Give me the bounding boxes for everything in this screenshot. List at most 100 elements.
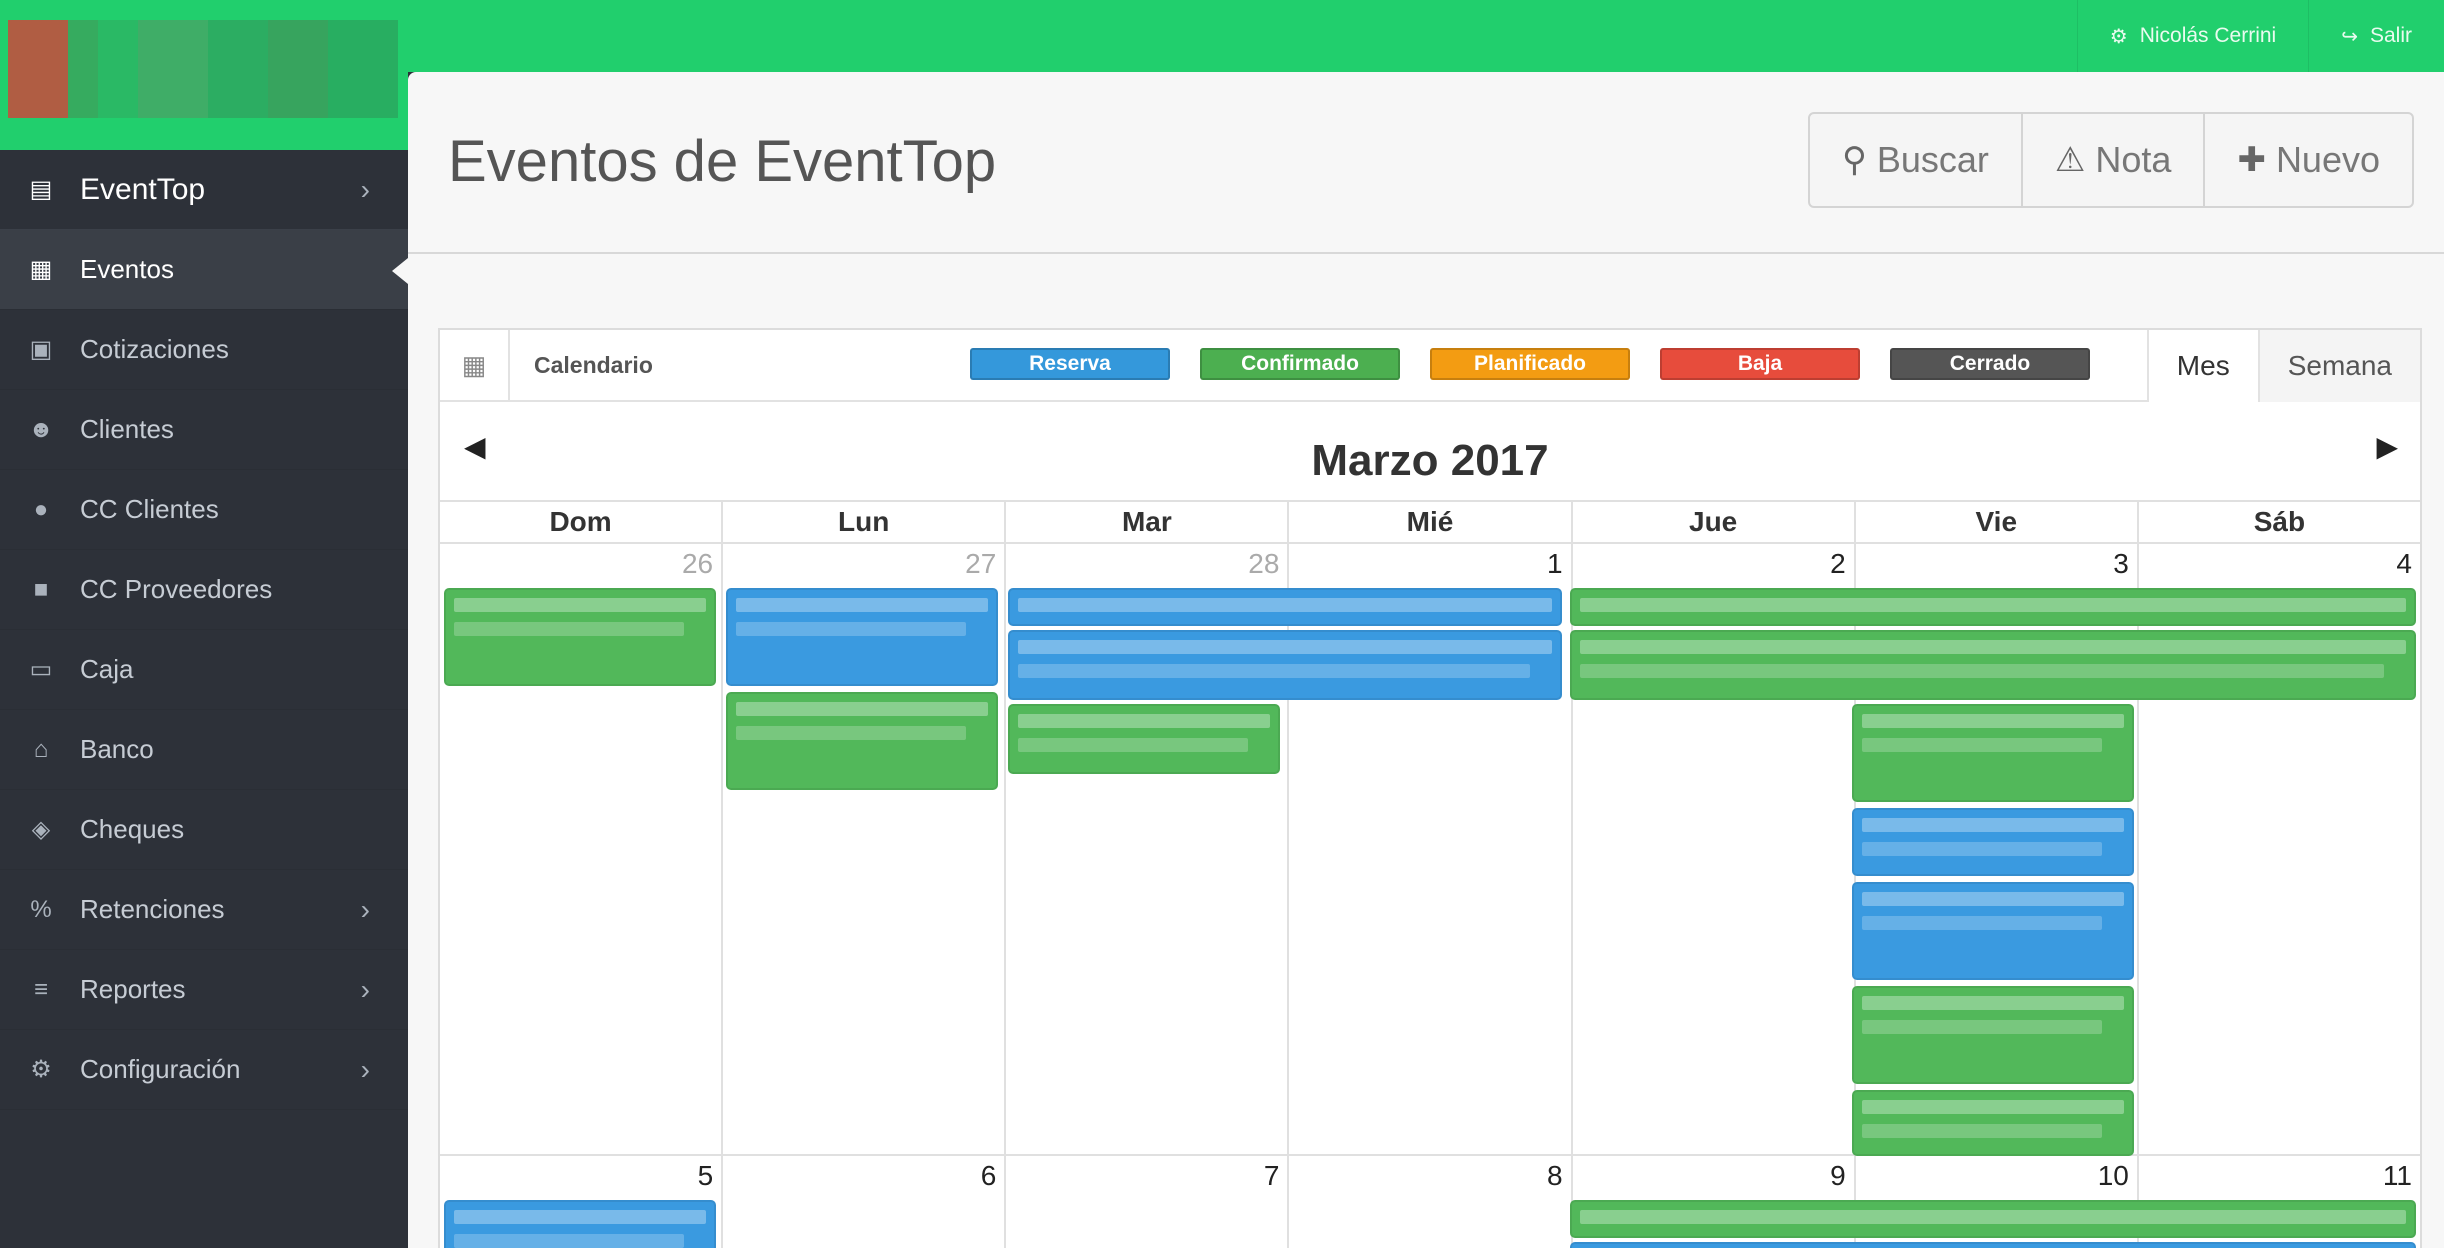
user-name: Nicolás Cerrini — [2139, 24, 2277, 47]
day-number: 9 — [1830, 1160, 1846, 1191]
truck-icon: ■ — [33, 575, 49, 603]
weekday-label: Mié — [1287, 502, 1570, 542]
calendar-event[interactable] — [1852, 986, 2134, 1084]
calendar-toolbar: ▦ Calendario Reserva Confirmado Planific… — [440, 330, 2420, 402]
page-title: Eventos de EventTop — [448, 129, 997, 194]
calendar-day[interactable]: 7 — [1004, 1156, 1287, 1248]
cogs-icon: ⚙ — [30, 1056, 52, 1083]
top-actions: ⚙ Nicolás Cerrini ↪ Salir — [2076, 0, 2444, 72]
sidebar-item-cc-clientes[interactable]: ● CC Clientes — [0, 470, 408, 550]
sidebar-item-cheques[interactable]: ◈ Cheques — [0, 790, 408, 870]
calendar-event[interactable] — [1570, 630, 2416, 700]
month-title: Marzo 2017 — [1311, 436, 1549, 485]
day-number: 7 — [1263, 1160, 1280, 1191]
calendar-event[interactable] — [726, 692, 998, 790]
ticket-icon: ◈ — [31, 816, 51, 843]
calendar-event[interactable] — [1852, 1090, 2134, 1156]
book-icon: ▤ — [29, 176, 53, 203]
day-number: 8 — [1546, 1160, 1563, 1191]
calendar-event[interactable] — [1852, 704, 2134, 802]
share-icon: ↪ — [2341, 25, 2358, 48]
calendar-event[interactable] — [1008, 630, 1562, 700]
day-number: 3 — [2113, 548, 2129, 579]
calendar-event[interactable] — [1570, 1200, 2416, 1238]
chevron-right-icon: › — [360, 173, 370, 205]
tab-week[interactable]: Semana — [2257, 330, 2420, 402]
weekday-label: Vie — [1853, 502, 2137, 542]
note-button[interactable]: ⚠ Nota — [2020, 114, 2204, 206]
tab-month[interactable]: Mes — [2146, 330, 2258, 402]
status-legend: Reserva Confirmado Planificado Baja Cerr… — [970, 348, 2090, 380]
users-icon: ☻ — [28, 415, 54, 443]
day-number: 27 — [965, 548, 997, 579]
legend-planificado: Planificado — [1430, 348, 1630, 380]
next-month-button[interactable]: ▶ — [2376, 430, 2398, 463]
day-number: 11 — [2382, 1160, 2412, 1191]
money-icon: ▭ — [29, 656, 53, 683]
day-number: 28 — [1248, 548, 1280, 579]
calendar-event[interactable] — [1008, 704, 1280, 774]
weekday-label: Mar — [1004, 502, 1287, 542]
calendar-icon: ▦ — [29, 256, 53, 283]
sidebar-item-caja[interactable]: ▭ Caja — [0, 630, 408, 710]
calendar-plus-icon: ▣ — [29, 336, 53, 363]
percent-icon: % — [30, 895, 52, 923]
sidebar-item-label: Eventos — [80, 254, 174, 284]
sidebar: ▤ EventTop › ▦ Eventos ▣ Cotizaciones ☻ … — [0, 150, 408, 1248]
calendar-week: 5 6 7 8 9 10 11 — [440, 1156, 2420, 1248]
sidebar-item-eventtop[interactable]: ▤ EventTop › — [0, 150, 408, 230]
sidebar-item-cotizaciones[interactable]: ▣ Cotizaciones — [0, 310, 408, 390]
day-number: 2 — [1830, 548, 1846, 579]
calendar-event[interactable] — [1852, 808, 2134, 876]
day-number: 5 — [697, 1160, 714, 1191]
chevron-right-icon: › — [360, 893, 370, 925]
chevron-right-icon: › — [360, 973, 370, 1005]
sidebar-item-clientes[interactable]: ☻ Clientes — [0, 390, 408, 470]
main-content: Eventos de EventTop ⚲ Buscar ⚠ Nota ✚ Nu… — [408, 72, 2444, 1248]
sidebar-item-banco[interactable]: ⌂ Banco — [0, 710, 408, 790]
sidebar-item-retenciones[interactable]: % Retenciones › — [0, 870, 408, 950]
calendar-event[interactable] — [1008, 588, 1562, 626]
bank-icon: ⌂ — [33, 735, 49, 763]
sidebar-item-eventos[interactable]: ▦ Eventos — [0, 230, 408, 310]
sidebar-item-label: Cheques — [80, 814, 185, 844]
sidebar-item-label: CC Clientes — [80, 494, 219, 524]
calendar-event[interactable] — [1570, 588, 2416, 626]
user-menu-button[interactable]: ⚙ Nicolás Cerrini — [2076, 0, 2308, 72]
legend-confirmado: Confirmado — [1200, 348, 1400, 380]
sidebar-item-label: EventTop — [80, 172, 206, 206]
day-number: 6 — [980, 1160, 997, 1191]
calendar-event[interactable] — [726, 588, 998, 686]
sidebar-item-label: CC Proveedores — [80, 574, 273, 604]
page-header: Eventos de EventTop ⚲ Buscar ⚠ Nota ✚ Nu… — [408, 72, 2444, 254]
sidebar-item-label: Cotizaciones — [80, 334, 229, 364]
logout-button[interactable]: ↪ Salir — [2308, 0, 2444, 72]
legend-baja: Baja — [1660, 348, 1860, 380]
calendar-event[interactable] — [444, 1200, 716, 1248]
search-label: Buscar — [1876, 139, 1989, 180]
plus-icon: ✚ — [2237, 141, 2266, 179]
calendar-grid: Dom Lun Mar Mié Jue Vie Sáb 26 27 28 1 2… — [440, 500, 2420, 1248]
legend-cerrado: Cerrado — [1890, 348, 2090, 380]
calendar-event[interactable] — [1570, 1242, 2416, 1248]
sidebar-item-cc-proveedores[interactable]: ■ CC Proveedores — [0, 550, 408, 630]
list-icon: ≡ — [33, 975, 48, 1003]
note-label: Nota — [2095, 139, 2172, 180]
sidebar-item-label: Retenciones — [80, 894, 225, 924]
calendar-day[interactable]: 8 — [1287, 1156, 1570, 1248]
gear-icon: ⚙ — [2109, 25, 2128, 48]
weekday-label: Sáb — [2136, 502, 2420, 542]
search-button[interactable]: ⚲ Buscar — [1810, 114, 2021, 206]
sidebar-item-reportes[interactable]: ≡ Reportes › — [0, 950, 408, 1030]
logo[interactable] — [8, 20, 398, 118]
weekday-label: Dom — [549, 506, 612, 537]
weekday-label: Lun — [721, 502, 1004, 542]
new-button[interactable]: ✚ Nuevo — [2203, 114, 2412, 206]
weekday-header: Dom Lun Mar Mié Jue Vie Sáb — [440, 500, 2420, 544]
sidebar-item-configuracion[interactable]: ⚙ Configuración › — [0, 1030, 408, 1110]
calendar-day[interactable]: 6 — [721, 1156, 1004, 1248]
sidebar-item-label: Configuración — [80, 1054, 241, 1084]
calendar-label: Calendario — [534, 351, 653, 378]
calendar-event[interactable] — [1852, 882, 2134, 980]
calendar-event[interactable] — [444, 588, 716, 686]
